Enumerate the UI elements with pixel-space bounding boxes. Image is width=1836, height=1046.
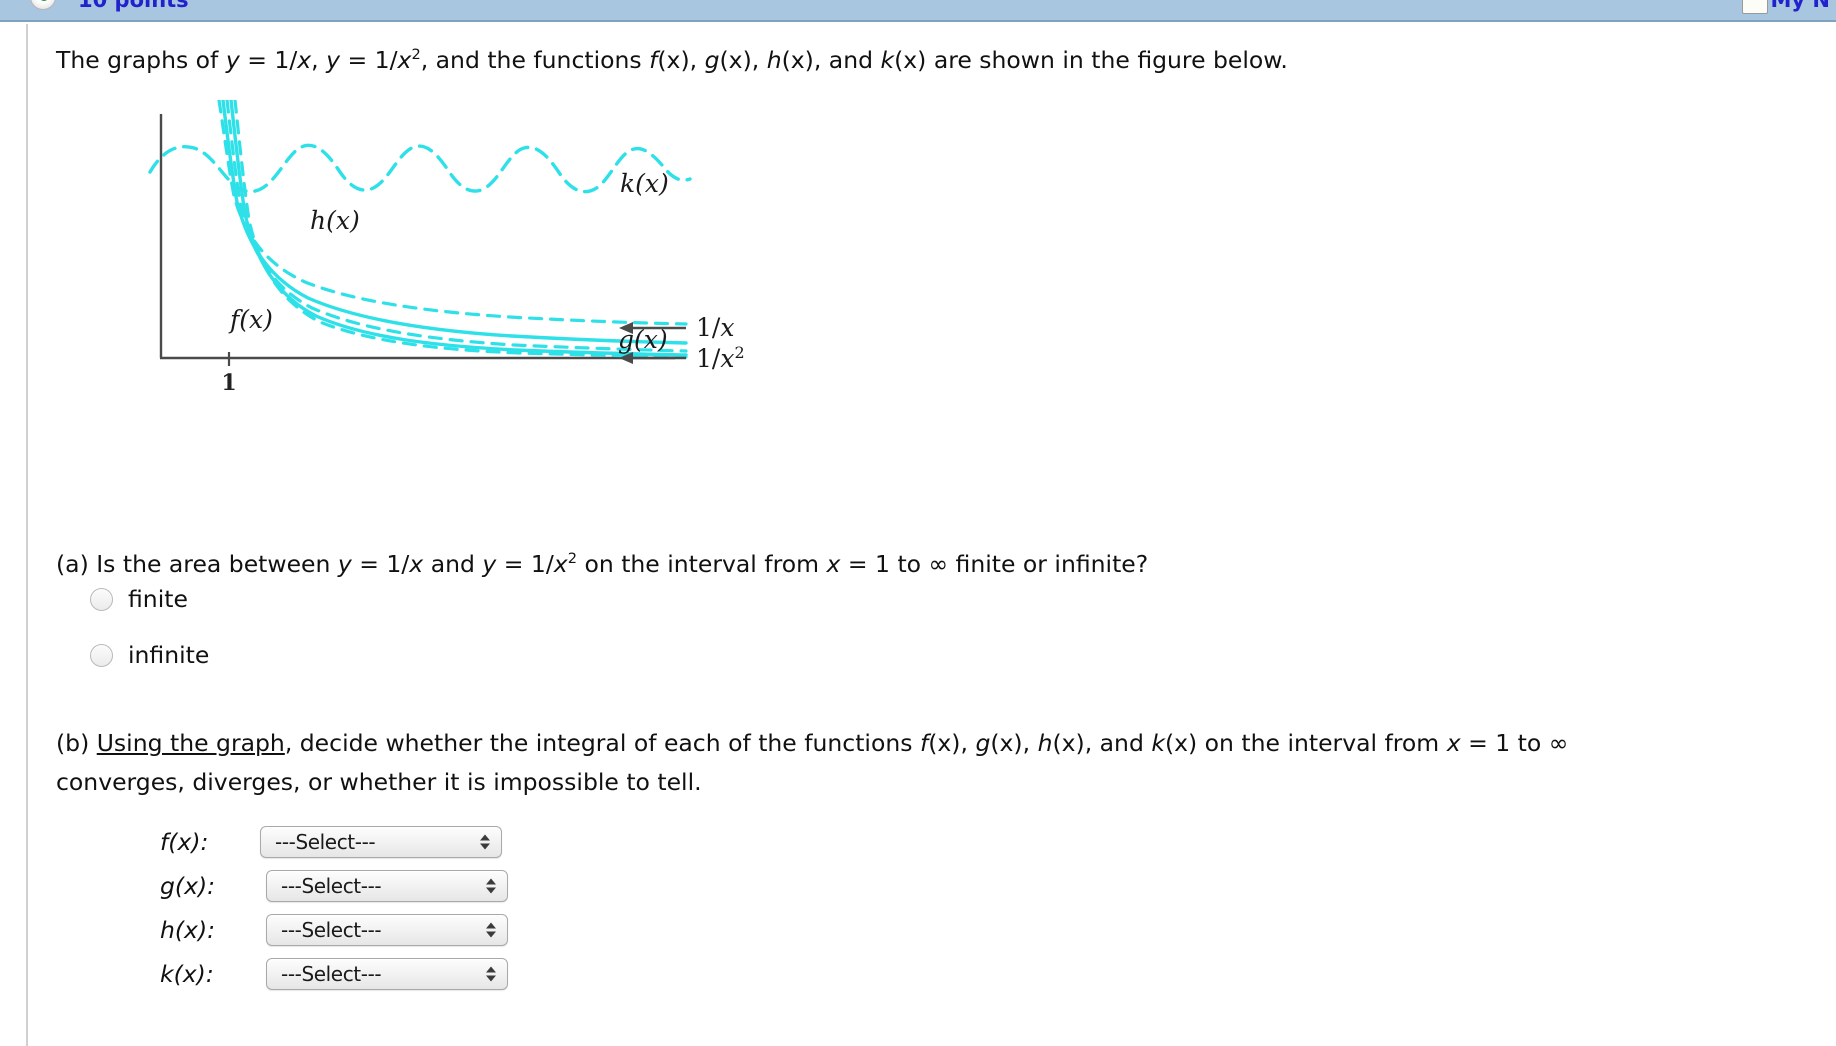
intro-suffix: are shown in the figure below.: [926, 46, 1288, 74]
curve-label-f: f(x): [228, 305, 273, 334]
radio-option-infinite[interactable]: infinite: [90, 641, 209, 669]
intro-fp: (x): [657, 46, 690, 74]
intro-kp: (x): [894, 46, 927, 74]
part-a-text1: Is the area between: [96, 550, 338, 578]
radio-button-infinite[interactable]: [90, 643, 113, 667]
part-b-g: g: [975, 729, 991, 757]
curve-f: [233, 100, 688, 359]
part-b-question-line1: (b) Using the graph, decide whether the …: [56, 727, 1568, 760]
intro-sep3: , and: [813, 46, 881, 74]
part-b-fp: (x): [928, 729, 961, 757]
select-label-k: k(x):: [160, 960, 214, 988]
curve-label-k: k(x): [620, 169, 669, 198]
chevron-updown-icon: [486, 966, 496, 982]
intro-g: g: [704, 46, 720, 74]
radio-button-finite[interactable]: [90, 587, 113, 611]
x-tick-label-1: 1: [221, 370, 236, 396]
intro-h: h: [766, 46, 782, 74]
select-row-f: f(x): ---Select---: [160, 820, 508, 864]
part-b-kp: (x): [1164, 729, 1198, 757]
select-value-g: ---Select---: [281, 874, 382, 898]
part-b-hp: (x): [1052, 729, 1085, 757]
intro-eq1: = 1/: [239, 46, 298, 74]
label-1-over-x2: 1/x2: [696, 343, 745, 373]
curve-label-h: h(x): [310, 206, 360, 235]
intro-sep1: ,: [689, 46, 705, 74]
intro-gp: (x): [719, 46, 752, 74]
intro-eq2: = 1/: [340, 46, 398, 74]
select-dropdown-h[interactable]: ---Select---: [266, 914, 508, 946]
part-a-exp2: 2: [567, 550, 577, 568]
part-a-eq1: = 1/: [351, 550, 410, 578]
part-b-x: x: [1446, 729, 1461, 757]
label-1-over-x: 1/x: [696, 313, 734, 342]
intro-prefix: The graphs of: [56, 46, 226, 74]
part-b-gp: (x): [990, 729, 1023, 757]
intro-y1: y: [225, 46, 240, 74]
points-label: 10 points: [78, 0, 189, 12]
radio-option-finite[interactable]: finite: [90, 585, 188, 613]
intro-hp: (x): [781, 46, 814, 74]
select-label-g: g(x):: [160, 872, 216, 900]
function-select-table: f(x): ---Select--- g(x): ---Select--- h(…: [160, 820, 508, 996]
part-b-text1: , decide whether the integral of each of…: [284, 729, 920, 757]
part-b-underlined: Using the graph: [96, 729, 285, 757]
intro-x2: x: [397, 46, 412, 74]
select-dropdown-f[interactable]: ---Select---: [260, 826, 502, 858]
part-a-question: (a) Is the area between y = 1/x and y = …: [56, 548, 1148, 581]
left-divider: [26, 24, 28, 1046]
intro-y2: y: [326, 46, 341, 74]
part-b-k: k: [1151, 729, 1165, 757]
part-a-x1: x: [409, 550, 424, 578]
intro-sep2: ,: [751, 46, 767, 74]
part-b-s3: , and: [1084, 729, 1152, 757]
intro-mid: , and the functions: [420, 46, 650, 74]
part-b-question-line2: converges, diverges, or whether it is im…: [56, 768, 702, 796]
radio-label-finite[interactable]: finite: [128, 585, 188, 613]
part-b-text2: on the interval from: [1197, 729, 1447, 757]
part-b-marker: (b): [56, 729, 97, 757]
checkbox-icon[interactable]: [1742, 0, 1768, 14]
select-dropdown-k[interactable]: ---Select---: [266, 958, 508, 990]
curve-h: [217, 100, 688, 326]
curve-1-over-x2: [229, 100, 688, 357]
curve-1-over-x: [221, 100, 688, 345]
select-label-h: h(x):: [160, 916, 216, 944]
part-a-x2: x: [553, 550, 568, 578]
part-a-y2: y: [482, 550, 497, 578]
chevron-updown-icon: [480, 834, 490, 850]
status-dot-icon: [30, 0, 56, 10]
intro-k: k: [880, 46, 895, 74]
part-a-text4: = 1 to ∞ finite or infinite?: [840, 550, 1149, 578]
select-value-k: ---Select---: [281, 962, 382, 986]
select-dropdown-g[interactable]: ---Select---: [266, 870, 508, 902]
part-a-x3: x: [826, 550, 841, 578]
part-b-text3: = 1 to ∞: [1460, 729, 1569, 757]
select-row-k: k(x): ---Select---: [160, 952, 508, 996]
function-graph-figure: 1 k(x) h(x) f(x) g(x) 1/x 1/x2: [130, 100, 830, 410]
select-label-f: f(x):: [160, 828, 209, 856]
part-a-y1: y: [337, 550, 352, 578]
select-row-h: h(x): ---Select---: [160, 908, 508, 952]
part-a-text2: and: [423, 550, 483, 578]
select-value-f: ---Select---: [275, 830, 376, 854]
intro-exp2: 2: [411, 46, 421, 64]
radio-label-infinite[interactable]: infinite: [128, 641, 209, 669]
chevron-updown-icon: [486, 922, 496, 938]
select-row-g: g(x): ---Select---: [160, 864, 508, 908]
part-a-marker: (a): [56, 550, 97, 578]
my-notes-label[interactable]: My N: [1771, 0, 1830, 12]
part-b-s2: ,: [1022, 729, 1038, 757]
intro-x1: x: [297, 46, 312, 74]
select-value-h: ---Select---: [281, 918, 382, 942]
part-a-text3: on the interval from: [576, 550, 827, 578]
part-b-f: f: [919, 729, 929, 757]
top-bar: 10 points My N: [0, 0, 1836, 22]
chevron-updown-icon: [486, 878, 496, 894]
intro-statement: The graphs of y = 1/x, y = 1/x2, and the…: [56, 44, 1288, 77]
part-b-s1: ,: [960, 729, 976, 757]
part-b-h: h: [1037, 729, 1053, 757]
part-a-eq2: = 1/: [496, 550, 554, 578]
intro-comma1: ,: [311, 46, 327, 74]
